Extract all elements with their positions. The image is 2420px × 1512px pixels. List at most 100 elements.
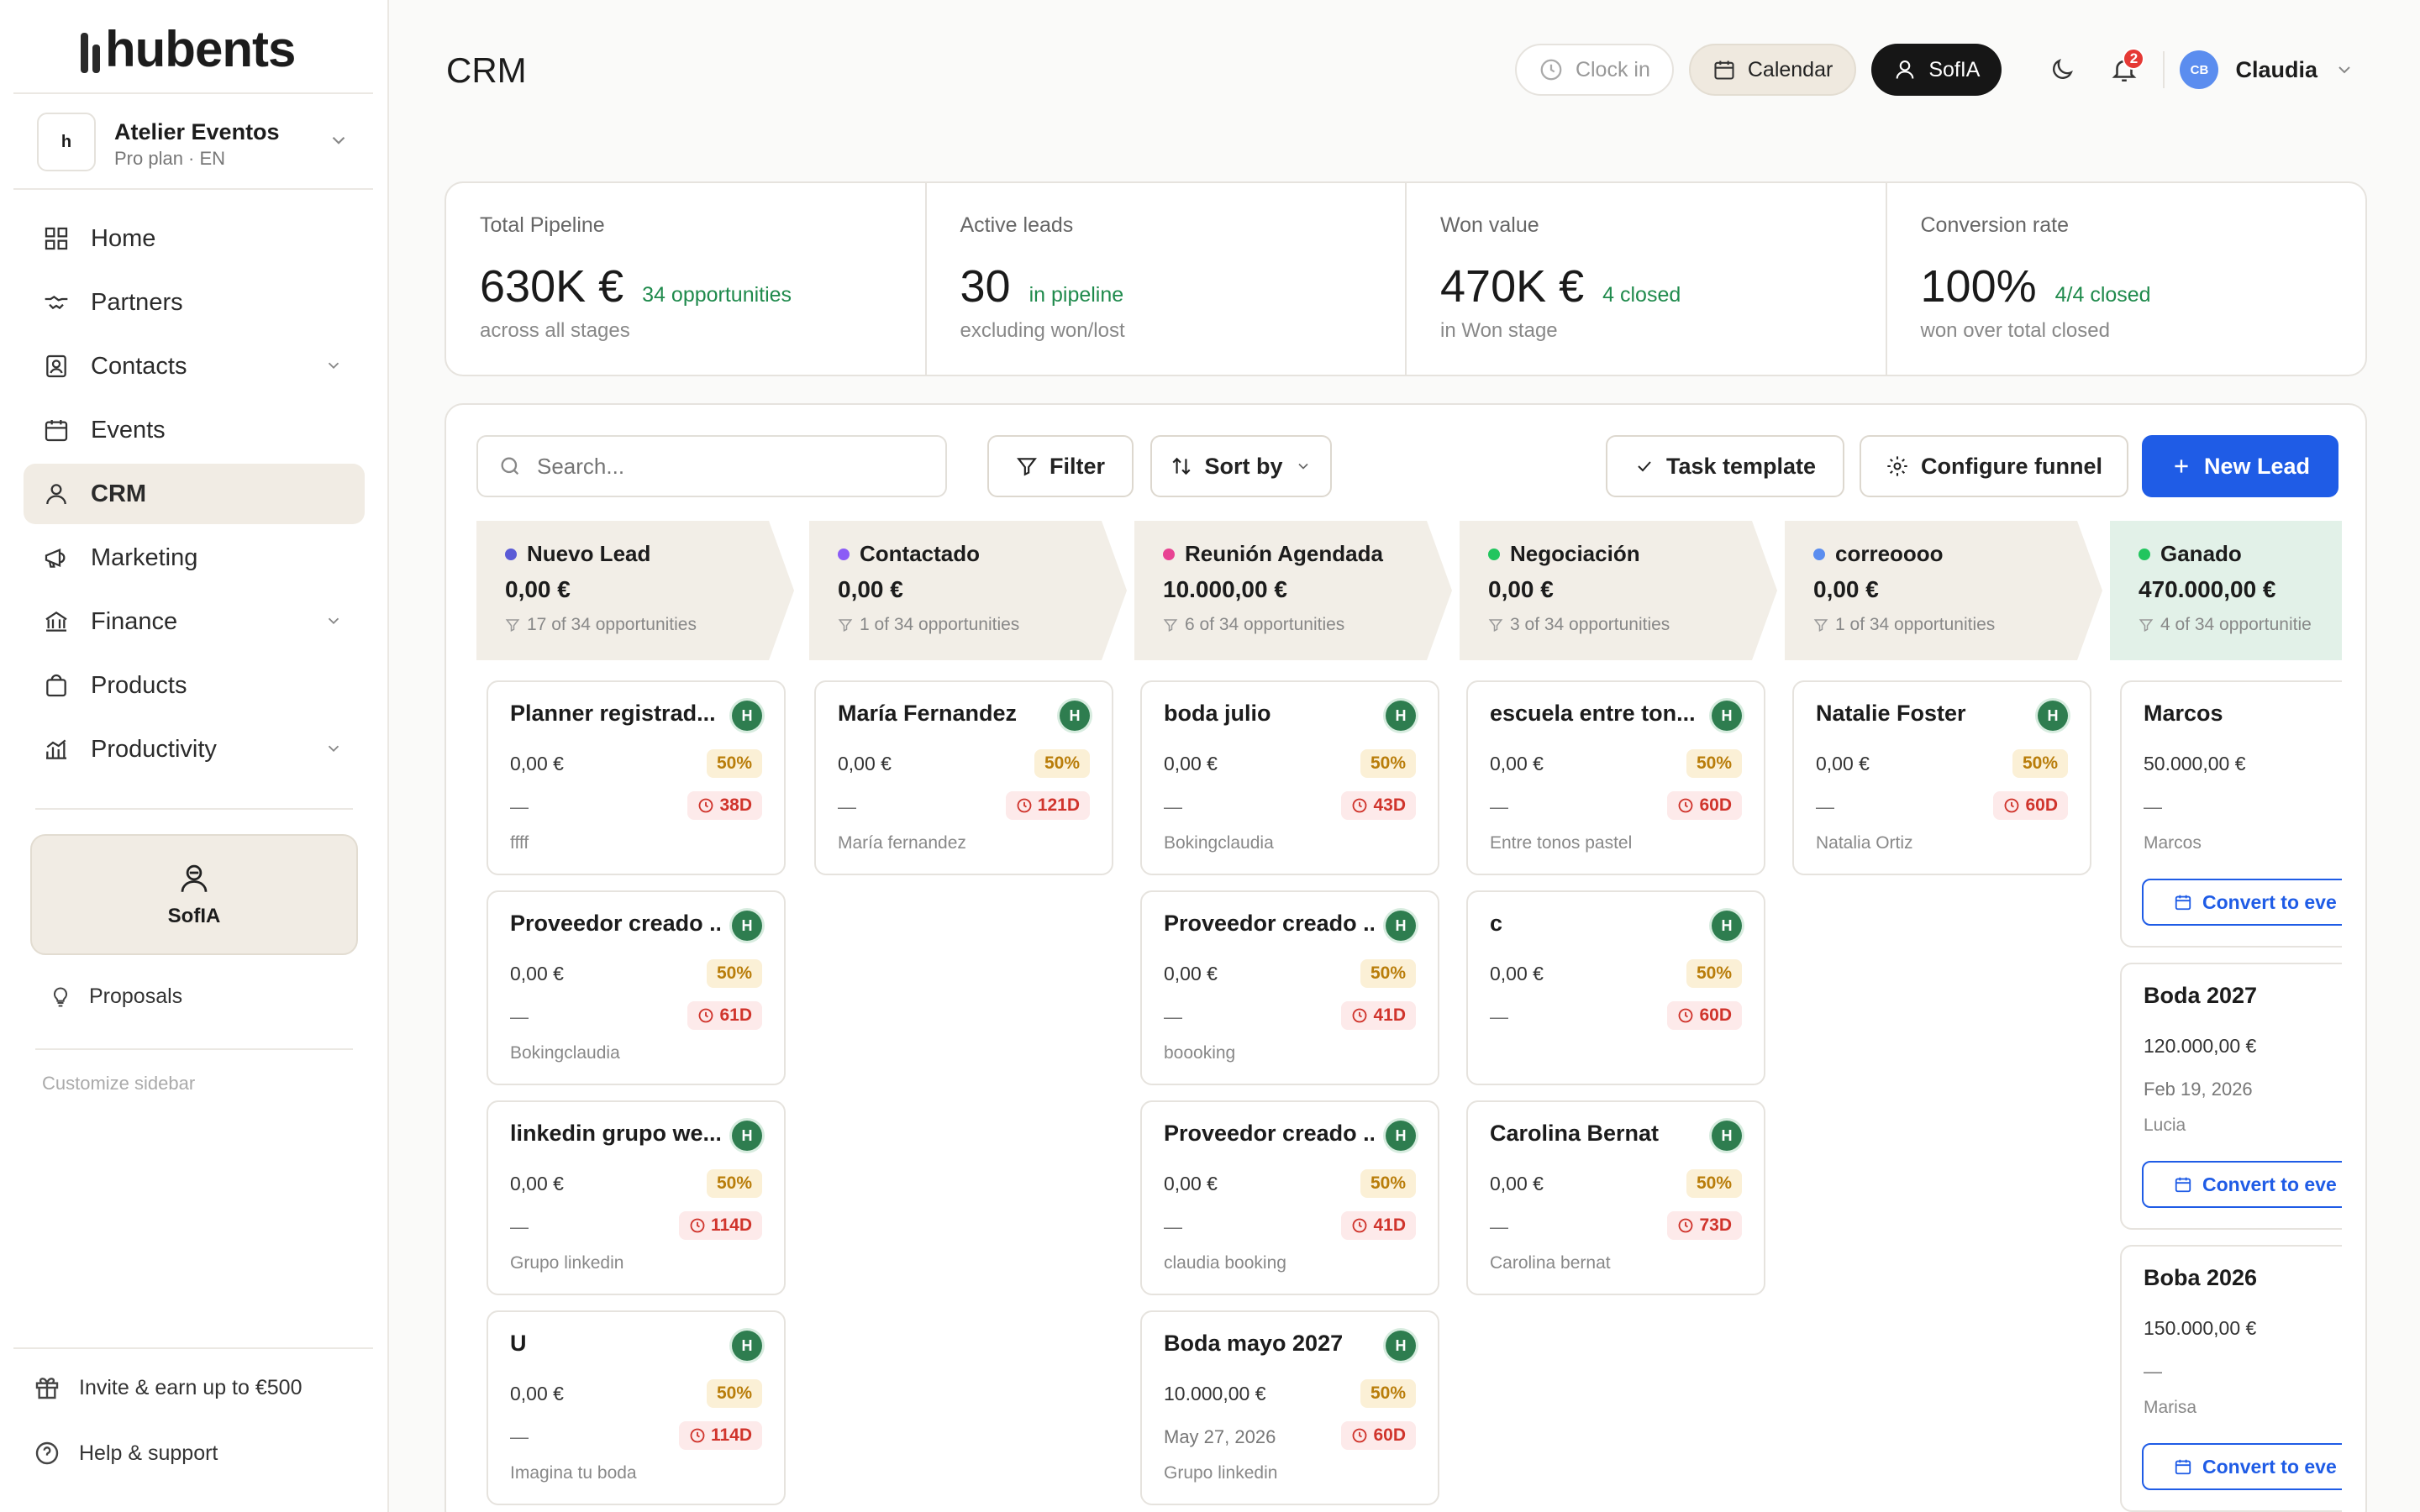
divider bbox=[35, 1048, 353, 1050]
sofia-assistant-button[interactable]: SofIA bbox=[30, 834, 358, 955]
stage-count: 3 of 34 opportunities bbox=[1510, 615, 1670, 634]
sidebar-item-crm[interactable]: CRM bbox=[24, 464, 365, 524]
brand-logo[interactable]: hubents bbox=[81, 20, 296, 78]
lead-card[interactable]: Planner registrad... H 0,00 € 50% — 38D ffff bbox=[487, 680, 786, 875]
convert-to-event-button[interactable]: Convert to eve bbox=[2142, 1443, 2342, 1490]
home-icon bbox=[42, 224, 71, 253]
sidebar-item-marketing[interactable]: Marketing bbox=[24, 528, 365, 588]
age-value: 60D bbox=[2025, 795, 2058, 815]
lead-amount: 50.000,00 € bbox=[2144, 753, 2246, 774]
filter-button[interactable]: Filter bbox=[987, 435, 1134, 497]
lead-card[interactable]: U H 0,00 € 50% — 114D Imagina tu boda bbox=[487, 1310, 786, 1505]
lead-date: — bbox=[510, 1006, 529, 1027]
search-icon bbox=[501, 457, 519, 475]
notifications-button[interactable]: 2 bbox=[2101, 46, 2148, 93]
lead-title: escuela entre ton... bbox=[1490, 701, 1696, 726]
search-input[interactable] bbox=[537, 453, 923, 480]
owner-avatar: H bbox=[732, 701, 762, 731]
stage-header[interactable]: correoooo 0,00 € 1 of 34 opportunities bbox=[1785, 521, 2102, 660]
stage-dot bbox=[838, 548, 850, 560]
lead-contact: Marisa bbox=[2144, 1398, 2197, 1417]
lead-title: Boda 2027 bbox=[2144, 983, 2258, 1008]
sidebar-item-partners[interactable]: Partners bbox=[24, 272, 365, 333]
convert-to-event-button[interactable]: Convert to eve bbox=[2142, 879, 2342, 926]
stat-accent: 4/4 closed bbox=[2054, 283, 2151, 307]
lead-date: Feb 19, 2026 bbox=[2144, 1079, 2253, 1100]
sidebar-item-label: CRM bbox=[91, 480, 147, 507]
stage-value: 0,00 € bbox=[1813, 576, 1879, 602]
stat-value: 470K € bbox=[1440, 261, 1585, 312]
sidebar-item-products[interactable]: Products bbox=[24, 655, 365, 716]
sofia-button[interactable]: SofIA bbox=[1871, 44, 2002, 96]
age-badge: 60D bbox=[1667, 1001, 1742, 1030]
new-lead-button[interactable]: New Lead bbox=[2142, 435, 2338, 497]
lead-card[interactable]: María Fernandez H 0,00 € 50% — 121D María fe… bbox=[814, 680, 1113, 875]
sort-button[interactable]: Sort by bbox=[1150, 435, 1332, 497]
lead-card[interactable]: c H 0,00 € 50% — 60D bbox=[1466, 890, 1765, 1085]
sidebar-item-events[interactable]: Events bbox=[24, 400, 365, 460]
lead-card[interactable]: Boda 2027 H 120.000,00 €Feb 19, 2026Luci… bbox=[2120, 963, 2342, 1230]
calendar-icon bbox=[2175, 1459, 2191, 1475]
lead-card[interactable]: Boba 2026 H 150.000,00 €—MarisaConvert t… bbox=[2120, 1245, 2342, 1512]
convert-to-event-button[interactable]: Convert to eve bbox=[2142, 1161, 2342, 1208]
chevron-down-icon bbox=[328, 617, 339, 625]
lead-title: Proveedor creado ... bbox=[1164, 911, 1374, 936]
lead-card[interactable]: Proveedor creado ... H 0,00 € 50% — 61D Boki… bbox=[487, 890, 786, 1085]
stage-header[interactable]: Ganado 470.000,00 € 4 of 34 opportunitie bbox=[2110, 521, 2342, 660]
customize-sidebar-link[interactable]: Customize sidebar bbox=[42, 1073, 195, 1095]
theme-toggle-button[interactable] bbox=[2039, 46, 2086, 93]
probability-badge: 50% bbox=[706, 1169, 762, 1198]
stage-header[interactable]: Nuevo Lead 0,00 € 17 of 34 opportunities bbox=[476, 521, 794, 660]
sidebar-item-finance[interactable]: Finance bbox=[24, 591, 365, 652]
configure-funnel-button[interactable]: Configure funnel bbox=[1860, 435, 2128, 497]
lead-card[interactable]: Carolina Bernat H 0,00 € 50% — 73D Carolina … bbox=[1466, 1100, 1765, 1295]
stat-subtext: won over total closed bbox=[1920, 319, 2110, 342]
lead-card[interactable]: linkedin grupo we... H 0,00 € 50% — 114D Gru… bbox=[487, 1100, 786, 1295]
gift-icon bbox=[35, 1378, 59, 1399]
lead-card[interactable]: boda julio H 0,00 € 50% — 43D Bokingclaudia bbox=[1140, 680, 1439, 875]
lead-card[interactable]: Proveedor creado ... H 0,00 € 50% — 41D clau… bbox=[1140, 1100, 1439, 1295]
proposals-link[interactable]: Proposals bbox=[49, 984, 182, 1009]
lead-contact: Grupo linkedin bbox=[510, 1253, 624, 1273]
lead-card[interactable]: Natalie Foster H 0,00 € 50% — 60D Natalia Or… bbox=[1792, 680, 2091, 875]
lead-card[interactable]: escuela entre ton... H 0,00 € 50% — 60D Entr… bbox=[1466, 680, 1765, 875]
calendar-button[interactable]: Calendar bbox=[1688, 44, 1857, 96]
lead-title: Carolina Bernat bbox=[1490, 1121, 1660, 1146]
stage-name-row: Contactado bbox=[838, 541, 980, 567]
stage-header[interactable]: Reunión Agendada 10.000,00 € 6 of 34 opp… bbox=[1134, 521, 1452, 660]
sidebar-item-productivity[interactable]: Productivity bbox=[24, 719, 365, 780]
proposals-label: Proposals bbox=[89, 984, 183, 1008]
brand-name: hubents bbox=[105, 21, 296, 77]
clock-icon bbox=[1353, 798, 1367, 813]
probability-badge: 50% bbox=[1360, 959, 1416, 988]
stage-name: Nuevo Lead bbox=[527, 541, 651, 566]
owner-avatar: H bbox=[1060, 701, 1090, 731]
stat-card: Won value 470K € 4 closed in Won stage bbox=[1407, 183, 1887, 375]
clock-in-button[interactable]: Clock in bbox=[1514, 44, 1674, 96]
workspace-switcher[interactable]: h Atelier Eventos Pro plan · EN bbox=[13, 92, 373, 190]
stage-value: 0,00 € bbox=[838, 576, 903, 602]
stat-value-row: 30 in pipeline bbox=[960, 260, 1124, 312]
stage-header[interactable]: Contactado 0,00 € 1 of 34 opportunities bbox=[809, 521, 1127, 660]
bank-icon bbox=[42, 607, 71, 636]
search-box[interactable] bbox=[476, 435, 947, 497]
filter-icon bbox=[1017, 458, 1037, 476]
lead-card[interactable]: Marcos H 50.000,00 €—MarcosConvert to ev… bbox=[2120, 680, 2342, 948]
filter-icon bbox=[1163, 619, 1178, 632]
help-link[interactable]: Help & support bbox=[34, 1440, 218, 1467]
age-badge: 43D bbox=[1341, 791, 1416, 820]
stat-card: Active leads 30 in pipeline excluding won… bbox=[927, 183, 1407, 375]
age-badge: 121D bbox=[1005, 791, 1090, 820]
sidebar-item-contacts[interactable]: Contacts bbox=[24, 336, 365, 396]
stage-dot bbox=[1813, 548, 1825, 560]
lead-card[interactable]: Proveedor creado ... H 0,00 € 50% — 41D booo… bbox=[1140, 890, 1439, 1085]
lead-card[interactable]: Boda mayo 2027 H 10.000,00 € 50% May 27, 2… bbox=[1140, 1310, 1439, 1505]
user-menu[interactable]: CB Claudia bbox=[2180, 50, 2354, 89]
sidebar-item-home[interactable]: Home bbox=[24, 208, 365, 269]
stage-name-row: Reunión Agendada bbox=[1163, 541, 1383, 567]
task-template-button[interactable]: Task template bbox=[1606, 435, 1844, 497]
calendar-icon bbox=[2175, 895, 2191, 911]
invite-link[interactable]: Invite & earn up to €500 bbox=[34, 1374, 302, 1401]
owner-avatar: H bbox=[1712, 1121, 1742, 1151]
stage-header[interactable]: Negociación 0,00 € 3 of 34 opportunities bbox=[1460, 521, 1777, 660]
